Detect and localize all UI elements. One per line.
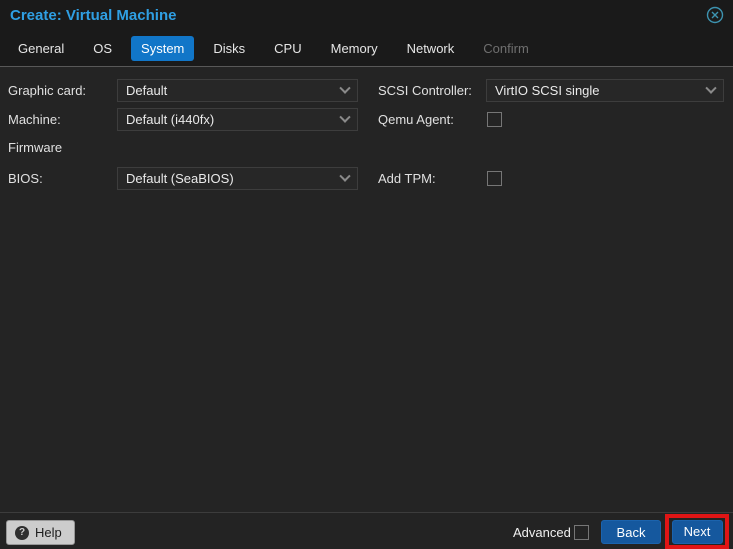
machine-value: Default (i440fx) [126, 112, 215, 127]
chevron-down-icon [705, 82, 717, 94]
firmware-section-label: Firmware [8, 140, 63, 155]
bios-select[interactable]: Default (SeaBIOS) [117, 167, 358, 190]
wizard-tabbar: General OS System Disks CPU Memory Netwo… [0, 30, 733, 67]
close-icon[interactable] [706, 6, 724, 24]
scsi-controller-label: SCSI Controller: [378, 83, 472, 98]
machine-label: Machine: [8, 112, 61, 127]
bios-value: Default (SeaBIOS) [126, 171, 234, 186]
chevron-down-icon [339, 170, 351, 182]
add-tpm-checkbox[interactable] [487, 171, 502, 186]
dialog-title: Create: Virtual Machine [10, 6, 177, 24]
add-tpm-label: Add TPM: [378, 171, 436, 186]
qemu-agent-checkbox[interactable] [487, 112, 502, 127]
scsi-controller-select[interactable]: VirtIO SCSI single [486, 79, 724, 102]
graphic-card-label: Graphic card: [8, 83, 87, 98]
graphic-card-select[interactable]: Default [117, 79, 358, 102]
tab-general[interactable]: General [8, 36, 74, 61]
advanced-checkbox[interactable] [574, 525, 589, 540]
chevron-down-icon [339, 111, 351, 123]
tab-memory[interactable]: Memory [321, 36, 388, 61]
advanced-label: Advanced [513, 525, 571, 540]
chevron-down-icon [339, 82, 351, 94]
dialog-titlebar: Create: Virtual Machine [0, 0, 733, 30]
next-button[interactable]: Next [671, 519, 723, 544]
machine-select[interactable]: Default (i440fx) [117, 108, 358, 131]
qemu-agent-label: Qemu Agent: [378, 112, 454, 127]
scsi-controller-value: VirtIO SCSI single [495, 83, 600, 98]
tab-system[interactable]: System [131, 35, 195, 61]
tab-os[interactable]: OS [83, 36, 122, 61]
back-button[interactable]: Back [601, 520, 661, 544]
help-button[interactable]: ? Help [6, 520, 75, 545]
question-mark-icon: ? [15, 525, 29, 540]
click-target-annotation: Next [665, 514, 729, 549]
system-form: Graphic card: Default Machine: Default (… [0, 68, 733, 512]
bios-label: BIOS: [8, 171, 43, 186]
tab-cpu[interactable]: CPU [264, 36, 311, 61]
dialog-footer: ? Help Advanced Back Next [0, 512, 733, 549]
tab-network[interactable]: Network [397, 36, 465, 61]
graphic-card-value: Default [126, 83, 168, 98]
tab-disks[interactable]: Disks [203, 36, 255, 61]
tab-confirm: Confirm [483, 40, 529, 56]
create-vm-dialog: Create: Virtual Machine General OS Syste… [0, 0, 733, 549]
help-button-label: Help [35, 525, 62, 540]
